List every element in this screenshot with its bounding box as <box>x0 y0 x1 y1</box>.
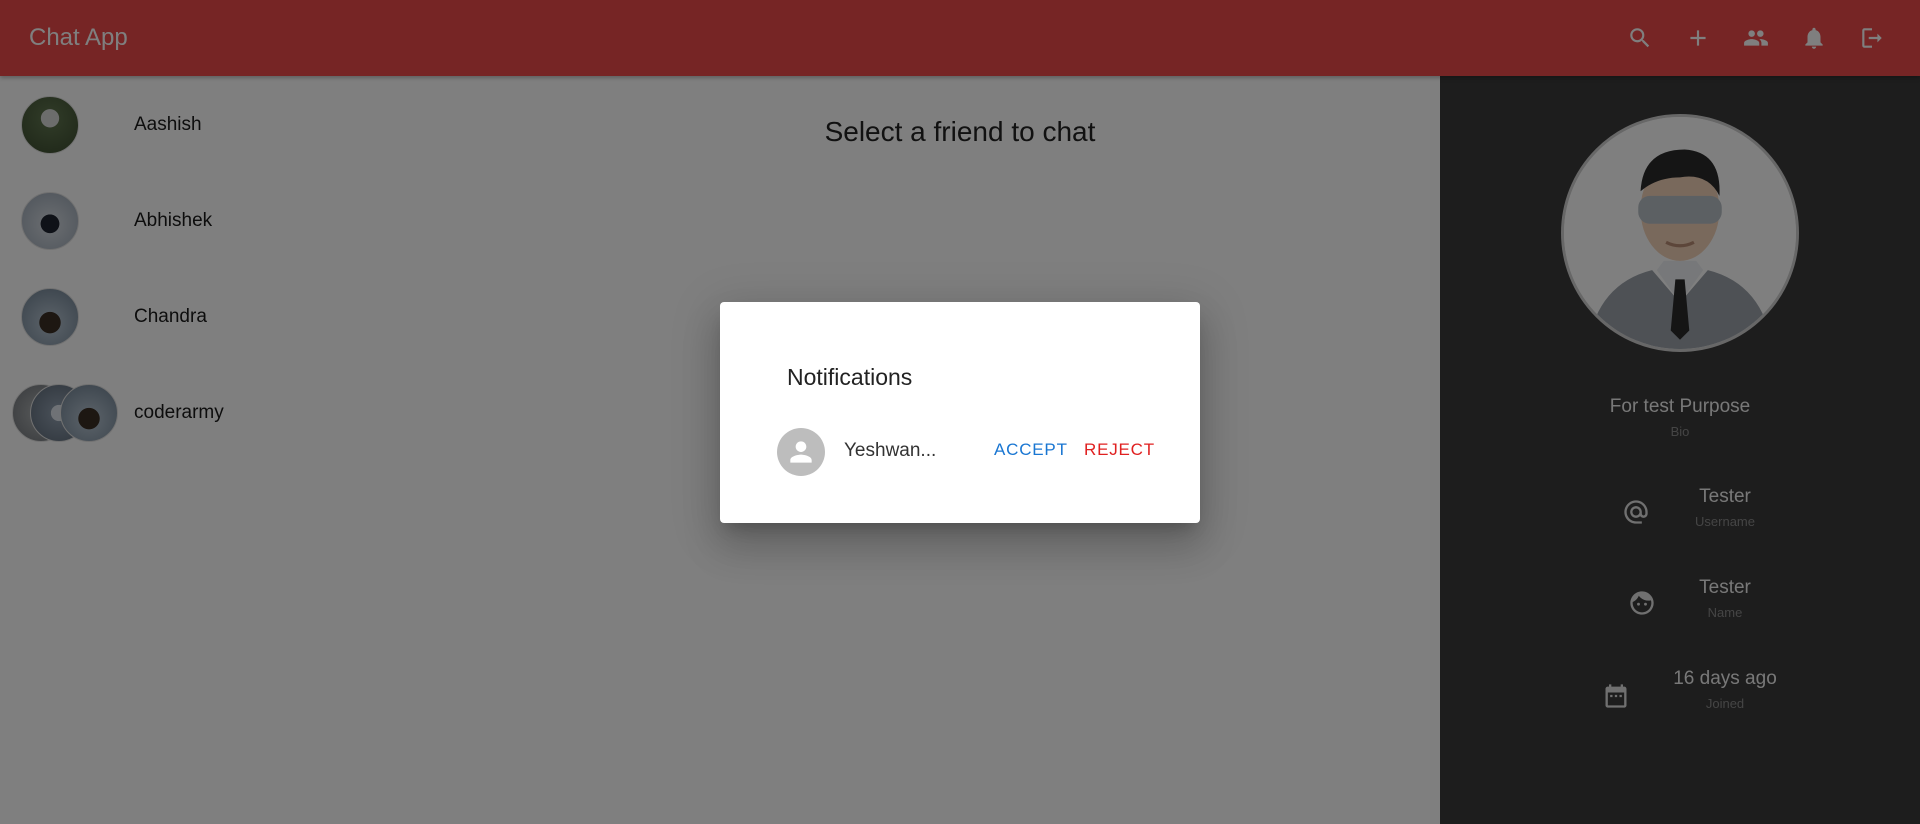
notification-item: Yeshwan... ACCEPT REJECT <box>777 426 1157 476</box>
reject-button[interactable]: REJECT <box>1084 440 1155 460</box>
notification-sender-name: Yeshwan... <box>844 440 937 461</box>
notifications-dialog: Notifications Yeshwan... ACCEPT REJECT <box>720 302 1200 523</box>
accept-button[interactable]: ACCEPT <box>994 440 1068 460</box>
avatar <box>777 428 825 476</box>
person-icon <box>790 441 812 463</box>
chat-app-page: Chat App Aashish Abhishe <box>0 0 1920 824</box>
dialog-title: Notifications <box>787 364 913 390</box>
